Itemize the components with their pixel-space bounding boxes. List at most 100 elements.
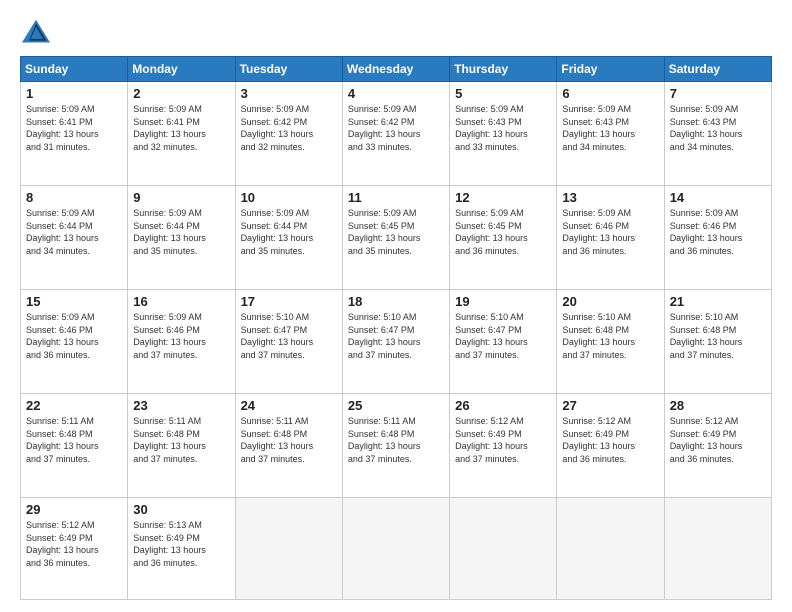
day-info-30: Sunrise: 5:13 AM Sunset: 6:49 PM Dayligh… [133,519,229,569]
day-cell-17: 17Sunrise: 5:10 AM Sunset: 6:47 PM Dayli… [235,290,342,394]
day-number-26: 26 [455,398,551,413]
day-info-15: Sunrise: 5:09 AM Sunset: 6:46 PM Dayligh… [26,311,122,361]
day-info-14: Sunrise: 5:09 AM Sunset: 6:46 PM Dayligh… [670,207,766,257]
day-info-8: Sunrise: 5:09 AM Sunset: 6:44 PM Dayligh… [26,207,122,257]
day-info-11: Sunrise: 5:09 AM Sunset: 6:45 PM Dayligh… [348,207,444,257]
day-number-14: 14 [670,190,766,205]
day-number-17: 17 [241,294,337,309]
day-number-18: 18 [348,294,444,309]
day-number-2: 2 [133,86,229,101]
day-info-21: Sunrise: 5:10 AM Sunset: 6:48 PM Dayligh… [670,311,766,361]
day-number-20: 20 [562,294,658,309]
empty-cell [664,498,771,600]
day-info-24: Sunrise: 5:11 AM Sunset: 6:48 PM Dayligh… [241,415,337,465]
week-row-1: 1 Sunrise: 5:09 AM Sunset: 6:41 PM Daylig… [21,82,772,186]
day-cell-21: 21 Sunrise: 5:10 AM Sunset: 6:48 PM Dayli… [664,290,771,394]
day-info-9: Sunrise: 5:09 AM Sunset: 6:44 PM Dayligh… [133,207,229,257]
day-number-30: 30 [133,502,229,517]
day-number-24: 24 [241,398,337,413]
day-info-10: Sunrise: 5:09 AM Sunset: 6:44 PM Dayligh… [241,207,337,257]
day-info-3: Sunrise: 5:09 AM Sunset: 6:42 PM Dayligh… [241,103,337,153]
day-cell-2: 2Sunrise: 5:09 AM Sunset: 6:41 PM Daylig… [128,82,235,186]
day-cell-11: 11Sunrise: 5:09 AM Sunset: 6:45 PM Dayli… [342,186,449,290]
day-cell-30: 30 Sunrise: 5:13 AM Sunset: 6:49 PM Dayli… [128,498,235,600]
day-number-19: 19 [455,294,551,309]
day-cell-23: 23 Sunrise: 5:11 AM Sunset: 6:48 PM Dayli… [128,394,235,498]
day-cell-16: 16 Sunrise: 5:09 AM Sunset: 6:46 PM Dayli… [128,290,235,394]
day-info-26: Sunrise: 5:12 AM Sunset: 6:49 PM Dayligh… [455,415,551,465]
day-info-20: Sunrise: 5:10 AM Sunset: 6:48 PM Dayligh… [562,311,658,361]
day-info-28: Sunrise: 5:12 AM Sunset: 6:49 PM Dayligh… [670,415,766,465]
day-number-7: 7 [670,86,766,101]
logo-icon [20,18,52,46]
day-number-12: 12 [455,190,551,205]
day-number-8: 8 [26,190,122,205]
day-number-29: 29 [26,502,122,517]
day-cell-3: 3 Sunrise: 5:09 AM Sunset: 6:42 PM Daylig… [235,82,342,186]
day-cell-25: 25 Sunrise: 5:11 AM Sunset: 6:48 PM Dayli… [342,394,449,498]
calendar-page: SundayMondayTuesdayWednesdayThursdayFrid… [0,0,792,612]
day-info-27: Sunrise: 5:12 AM Sunset: 6:49 PM Dayligh… [562,415,658,465]
day-number-6: 6 [562,86,658,101]
day-cell-8: 8 Sunrise: 5:09 AM Sunset: 6:44 PM Daylig… [21,186,128,290]
day-info-12: Sunrise: 5:09 AM Sunset: 6:45 PM Dayligh… [455,207,551,257]
day-info-7: Sunrise: 5:09 AM Sunset: 6:43 PM Dayligh… [670,103,766,153]
day-cell-9: 9 Sunrise: 5:09 AM Sunset: 6:44 PM Daylig… [128,186,235,290]
day-info-23: Sunrise: 5:11 AM Sunset: 6:48 PM Dayligh… [133,415,229,465]
day-number-16: 16 [133,294,229,309]
weekday-header-thursday: Thursday [450,57,557,82]
day-info-25: Sunrise: 5:11 AM Sunset: 6:48 PM Dayligh… [348,415,444,465]
weekday-header-tuesday: Tuesday [235,57,342,82]
day-cell-4: 4Sunrise: 5:09 AM Sunset: 6:42 PM Daylig… [342,82,449,186]
empty-cell [342,498,449,600]
day-number-22: 22 [26,398,122,413]
empty-cell [557,498,664,600]
day-cell-29: 29 Sunrise: 5:12 AM Sunset: 6:49 PM Dayli… [21,498,128,600]
weekday-header-wednesday: Wednesday [342,57,449,82]
day-number-9: 9 [133,190,229,205]
day-cell-15: 15 Sunrise: 5:09 AM Sunset: 6:46 PM Dayli… [21,290,128,394]
logo [20,18,56,46]
day-cell-26: 26 Sunrise: 5:12 AM Sunset: 6:49 PM Dayli… [450,394,557,498]
day-number-28: 28 [670,398,766,413]
header [20,18,772,46]
day-cell-28: 28 Sunrise: 5:12 AM Sunset: 6:49 PM Dayli… [664,394,771,498]
day-cell-18: 18Sunrise: 5:10 AM Sunset: 6:47 PM Dayli… [342,290,449,394]
day-info-19: Sunrise: 5:10 AM Sunset: 6:47 PM Dayligh… [455,311,551,361]
day-number-23: 23 [133,398,229,413]
day-number-15: 15 [26,294,122,309]
weekday-header-saturday: Saturday [664,57,771,82]
weekday-header-friday: Friday [557,57,664,82]
day-info-16: Sunrise: 5:09 AM Sunset: 6:46 PM Dayligh… [133,311,229,361]
day-number-25: 25 [348,398,444,413]
day-cell-12: 12 Sunrise: 5:09 AM Sunset: 6:45 PM Dayli… [450,186,557,290]
weekday-header-row: SundayMondayTuesdayWednesdayThursdayFrid… [21,57,772,82]
day-number-1: 1 [26,86,122,101]
day-info-4: Sunrise: 5:09 AM Sunset: 6:42 PM Dayligh… [348,103,444,153]
day-info-6: Sunrise: 5:09 AM Sunset: 6:43 PM Dayligh… [562,103,658,153]
week-row-3: 15 Sunrise: 5:09 AM Sunset: 6:46 PM Dayli… [21,290,772,394]
day-cell-7: 7 Sunrise: 5:09 AM Sunset: 6:43 PM Daylig… [664,82,771,186]
day-info-29: Sunrise: 5:12 AM Sunset: 6:49 PM Dayligh… [26,519,122,569]
day-cell-27: 27 Sunrise: 5:12 AM Sunset: 6:49 PM Dayli… [557,394,664,498]
day-cell-13: 13Sunrise: 5:09 AM Sunset: 6:46 PM Dayli… [557,186,664,290]
day-cell-1: 1 Sunrise: 5:09 AM Sunset: 6:41 PM Daylig… [21,82,128,186]
empty-cell [235,498,342,600]
calendar-table: SundayMondayTuesdayWednesdayThursdayFrid… [20,56,772,600]
day-cell-10: 10Sunrise: 5:09 AM Sunset: 6:44 PM Dayli… [235,186,342,290]
day-cell-19: 19 Sunrise: 5:10 AM Sunset: 6:47 PM Dayli… [450,290,557,394]
weekday-header-sunday: Sunday [21,57,128,82]
weekday-header-monday: Monday [128,57,235,82]
day-number-21: 21 [670,294,766,309]
day-info-5: Sunrise: 5:09 AM Sunset: 6:43 PM Dayligh… [455,103,551,153]
day-cell-20: 20 Sunrise: 5:10 AM Sunset: 6:48 PM Dayli… [557,290,664,394]
day-cell-5: 5 Sunrise: 5:09 AM Sunset: 6:43 PM Daylig… [450,82,557,186]
day-info-13: Sunrise: 5:09 AM Sunset: 6:46 PM Dayligh… [562,207,658,257]
day-number-3: 3 [241,86,337,101]
day-number-5: 5 [455,86,551,101]
week-row-5: 29 Sunrise: 5:12 AM Sunset: 6:49 PM Dayli… [21,498,772,600]
day-number-27: 27 [562,398,658,413]
empty-cell [450,498,557,600]
day-info-22: Sunrise: 5:11 AM Sunset: 6:48 PM Dayligh… [26,415,122,465]
day-info-1: Sunrise: 5:09 AM Sunset: 6:41 PM Dayligh… [26,103,122,153]
